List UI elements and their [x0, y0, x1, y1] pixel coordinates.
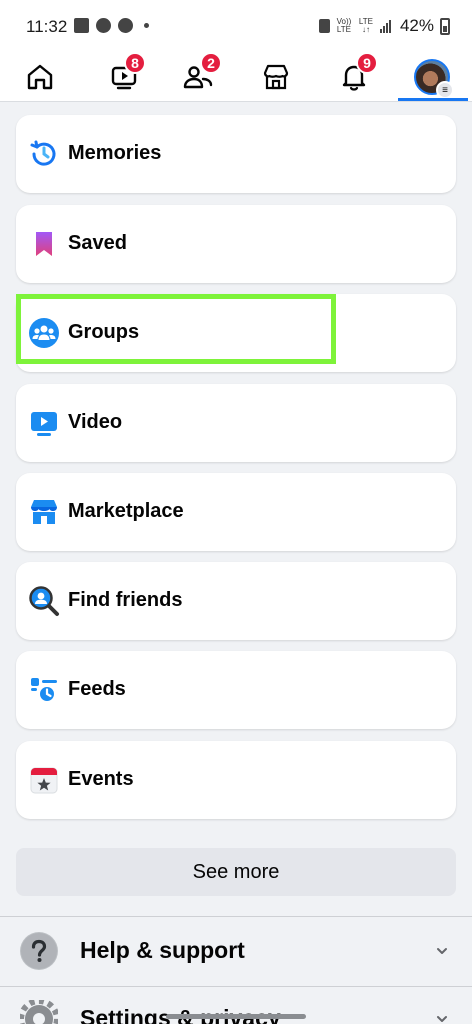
signal-strength-icon [379, 19, 394, 33]
shortcut-label: Marketplace [68, 500, 184, 522]
gallery-icon [74, 18, 89, 33]
shortcut-saved[interactable]: Saved [16, 205, 456, 283]
menu-hamburger-icon: ≡ [436, 81, 454, 99]
more-notifications-dot-icon [144, 23, 149, 28]
chat-icon [118, 18, 133, 33]
chevron-down-icon [437, 948, 447, 954]
shortcut-groups[interactable]: Groups [16, 294, 456, 372]
shortcut-events[interactable]: Events [16, 741, 456, 819]
shortcut-label: Events [68, 768, 134, 790]
shortcut-label: Memories [68, 142, 162, 164]
chevron-down-icon [437, 1016, 447, 1022]
memories-clock-icon [30, 140, 56, 166]
tab-friends[interactable]: 2 [170, 52, 226, 102]
home-icon [27, 64, 53, 90]
top-navigation-bar: 8 2 9 ≡ [0, 52, 472, 102]
feeds-icon [31, 678, 57, 703]
bookmark-icon [36, 232, 52, 256]
tab-marketplace[interactable] [248, 52, 304, 102]
active-tab-indicator [398, 98, 468, 101]
battery-icon [440, 17, 450, 35]
shortcut-label: Video [68, 411, 123, 433]
help-support-label: Help & support [80, 937, 245, 963]
tab-home[interactable] [12, 52, 68, 102]
shortcut-marketplace[interactable]: Marketplace [16, 473, 456, 551]
shortcut-find-friends[interactable]: Find friends [16, 562, 456, 640]
shortcut-label: Groups [68, 321, 140, 343]
shortcut-label: Saved [68, 232, 127, 254]
status-time: 11:32 [26, 17, 68, 36]
tab-notifications[interactable]: 9 [326, 52, 382, 102]
notifications-badge: 9 [356, 52, 378, 74]
help-support-row[interactable]: Help & support [0, 916, 472, 986]
store-icon [263, 64, 289, 90]
shortcut-video[interactable]: Video [16, 384, 456, 462]
friends-badge: 2 [200, 52, 222, 74]
status-bar: 11:32 Vo)) LTE LTE ↓↑ 42% [0, 0, 472, 52]
shortcut-label: Feeds [68, 678, 126, 700]
shortcut-memories[interactable]: Memories [16, 115, 456, 193]
question-mark-icon [20, 932, 58, 970]
marketplace-store-icon [31, 500, 57, 524]
find-friends-icon [29, 586, 59, 616]
profile-avatar: ≡ [414, 59, 454, 99]
status-notification-icons [74, 18, 149, 33]
status-system-icons: Vo)) LTE LTE ↓↑ 42% [318, 16, 450, 36]
video-play-icon [31, 412, 57, 436]
groups-icon [29, 318, 59, 348]
calendar-star-icon [30, 767, 58, 794]
shortcut-label: Find friends [68, 589, 183, 611]
battery-percentage: 42% [399, 16, 434, 35]
tab-video[interactable]: 8 [96, 52, 152, 102]
lte-indicator: LTE ↓↑ [358, 17, 373, 34]
sim-icon [318, 19, 330, 33]
app-notification-icon [96, 18, 111, 33]
volte-indicator: Vo)) LTE [336, 17, 352, 34]
shortcut-feeds[interactable]: Feeds [16, 651, 456, 729]
see-more-button[interactable]: See more [16, 848, 456, 896]
home-gesture-bar[interactable] [166, 1014, 306, 1019]
gear-icon [20, 1000, 58, 1024]
video-badge: 8 [124, 52, 146, 74]
tab-menu[interactable]: ≡ [404, 52, 460, 102]
